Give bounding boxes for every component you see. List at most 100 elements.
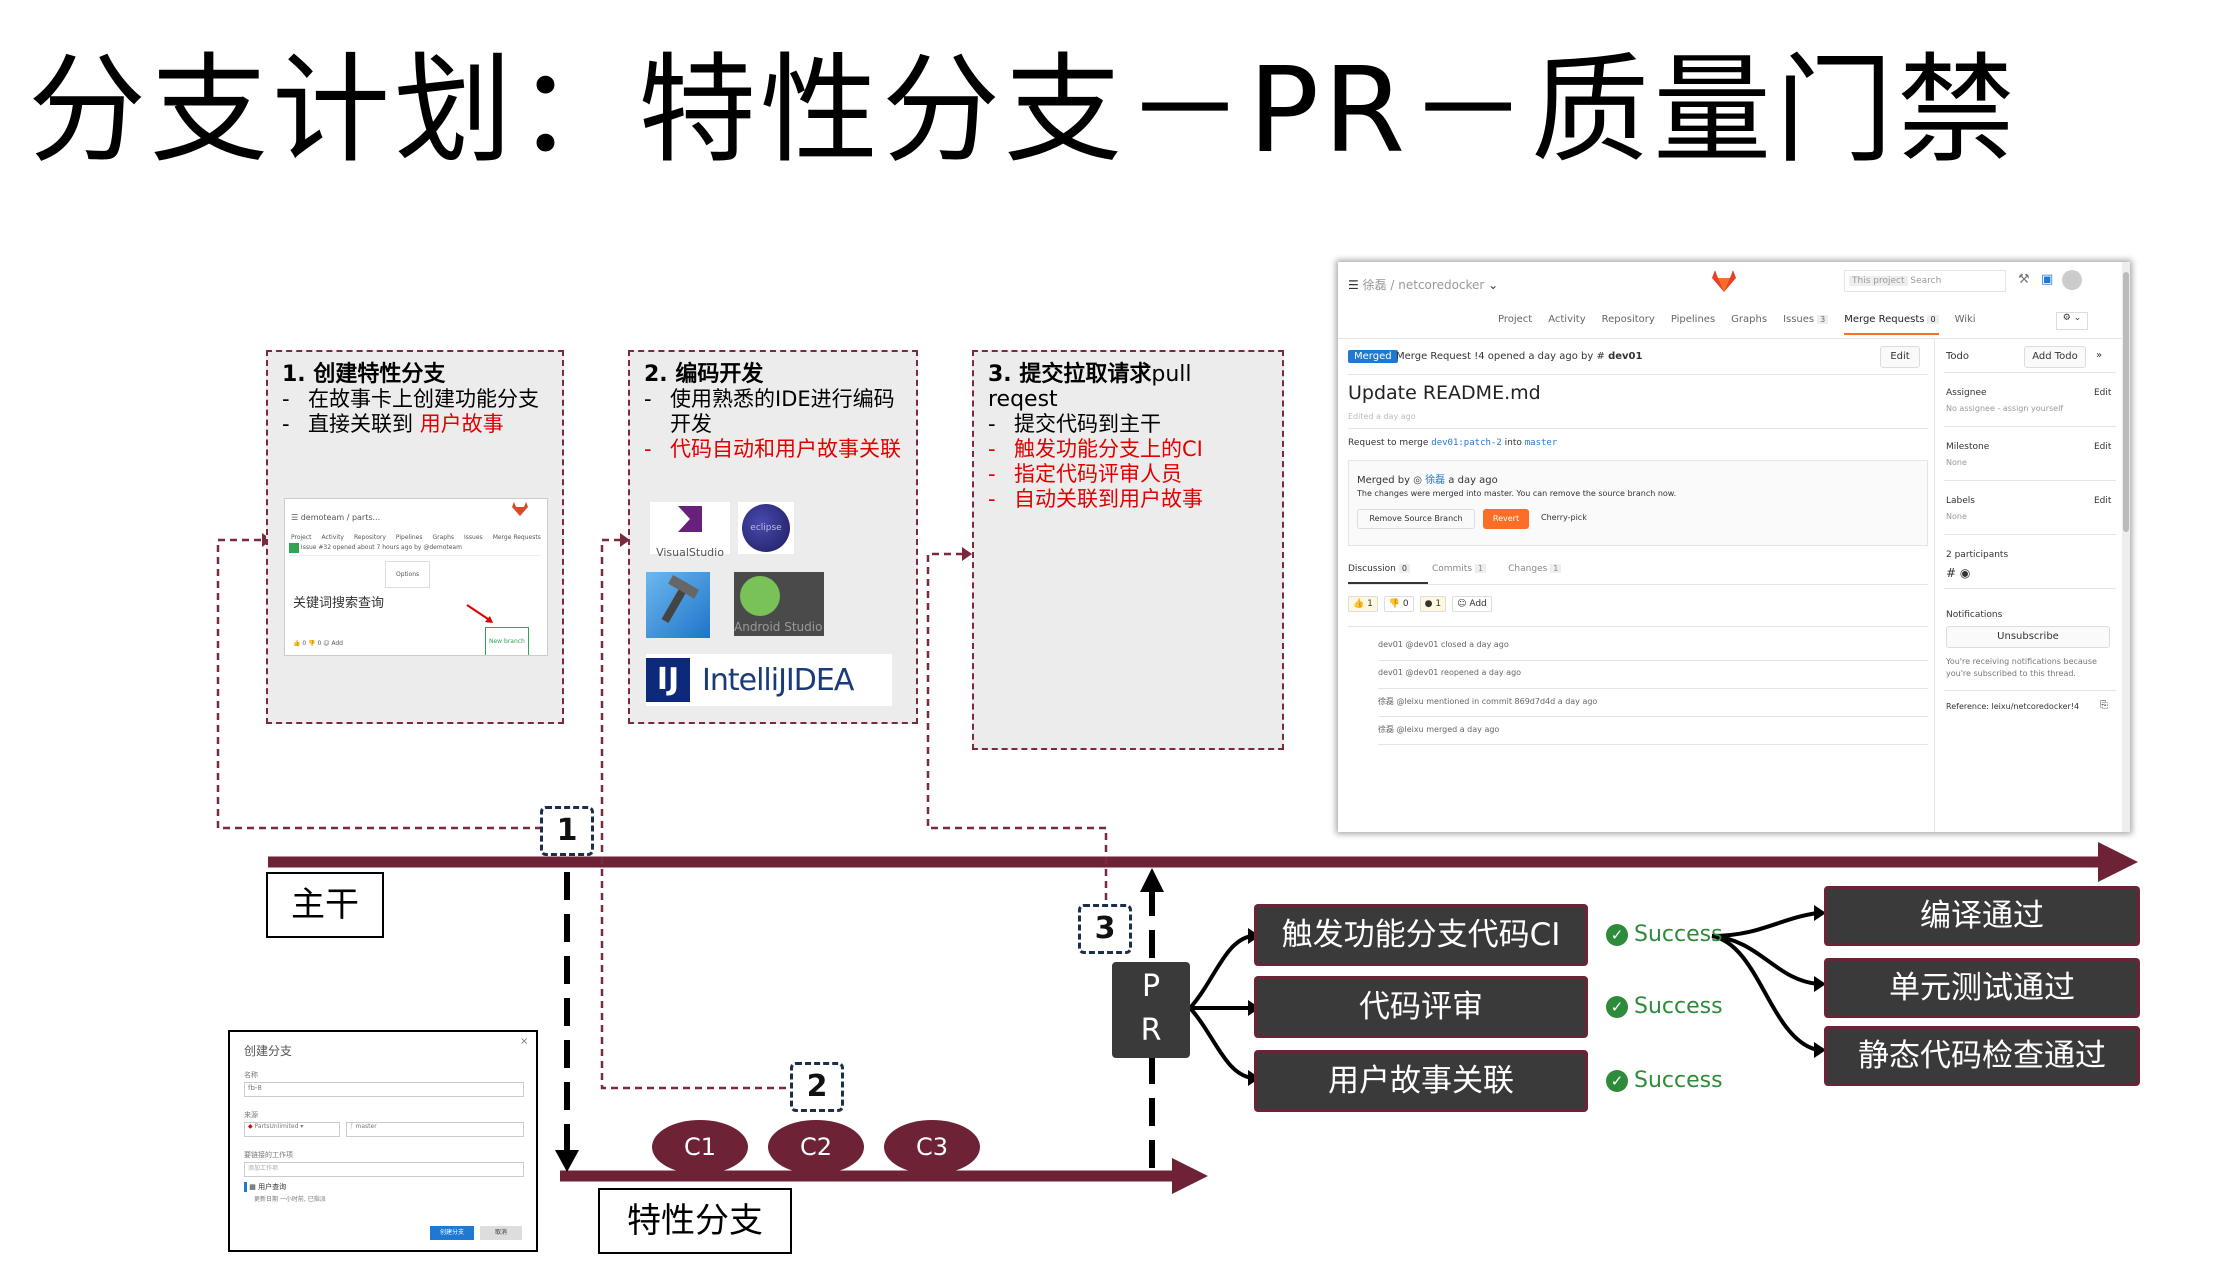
- merged-badge: Merged: [1348, 350, 1398, 363]
- gl-nav-tab[interactable]: Issues 3: [1783, 314, 1829, 335]
- result-fan-1: [1711, 911, 1819, 938]
- result-build-box: 编译通过: [1824, 886, 2140, 946]
- step-3-number: 3.: [988, 362, 1012, 387]
- gl-request-prefix: Request to merge: [1348, 438, 1429, 448]
- revert-button[interactable]: Revert: [1483, 509, 1529, 529]
- gl-target-branch[interactable]: master: [1525, 438, 1558, 448]
- story-icon: ▦: [249, 1183, 256, 1191]
- create-branch-dialog: 创建分支 × 名称 fb-8 来源 ◆ PartsUnlimited ▾ ᚴ m…: [228, 1030, 538, 1252]
- gitlab-logo-icon: [512, 502, 528, 516]
- todo-icon[interactable]: ▣: [2041, 272, 2053, 287]
- open-icon: [289, 542, 299, 553]
- gl-breadcrumb[interactable]: 徐磊 / netcoredocker: [1363, 278, 1485, 292]
- gl-search-input[interactable]: This project Search: [1844, 270, 2006, 292]
- gl-tab[interactable]: Commits 1: [1432, 564, 1487, 574]
- gl-nav-tab[interactable]: Wiki: [1955, 314, 1976, 335]
- pr-letter-r: R: [1140, 1013, 1162, 1048]
- dialog-source-label: 来源: [244, 1111, 258, 1119]
- gl-award-emoji[interactable]: ● 1: [1419, 596, 1447, 612]
- gl-nav-tabs: Project Activity Repository Pipelines Graphs…: [1498, 314, 1976, 335]
- dialog-story-sub: 更新日期 一小时前, 已指派: [254, 1196, 326, 1203]
- step-3-line-1: 提交代码到主干: [1014, 412, 1161, 436]
- gl-merged-user[interactable]: 徐磊: [1425, 475, 1445, 486]
- gl-merged-panel: Merged by ◎ 徐磊 a day ago The changes wer…: [1348, 460, 1928, 546]
- gl-labels-edit[interactable]: Edit: [2094, 496, 2111, 506]
- step-badge-1: 1: [540, 806, 594, 856]
- step-3-line-3: 指定代码评审人员: [1014, 462, 1182, 486]
- unsubscribe-button[interactable]: Unsubscribe: [1946, 626, 2110, 648]
- visual-studio-logo: VisualStudio: [650, 502, 730, 559]
- source-branch-select[interactable]: ᚴ master: [346, 1122, 524, 1137]
- gl-nav-tab[interactable]: Merge Requests 0: [1844, 314, 1939, 335]
- remove-source-branch-button[interactable]: Remove Source Branch: [1357, 509, 1475, 529]
- avatar[interactable]: [2062, 270, 2082, 290]
- branch-name-input[interactable]: fb-8: [244, 1082, 524, 1097]
- gl-award-emoji[interactable]: 👍 1: [1348, 596, 1378, 612]
- gl-milestone-edit[interactable]: Edit: [2094, 442, 2111, 452]
- gl-edited: Edited a day ago: [1348, 412, 1416, 421]
- add-todo-button[interactable]: Add Todo: [2024, 346, 2086, 368]
- gl-nav-tab[interactable]: Graphs: [1731, 314, 1767, 335]
- feature-branch-label: 特性分支: [598, 1188, 792, 1254]
- check-icon: ✓: [1606, 923, 1628, 946]
- pr-letter-p: P: [1141, 969, 1161, 1004]
- menu-icon: ☰: [291, 513, 299, 522]
- gl-assignee-edit[interactable]: Edit: [2094, 388, 2111, 398]
- create-branch-button[interactable]: 创建分支: [430, 1226, 474, 1240]
- collapse-icon[interactable]: »: [2096, 350, 2102, 361]
- source-repo-select[interactable]: ◆ PartsUnlimited ▾: [244, 1122, 340, 1137]
- check-review-box: 代码评审: [1254, 976, 1588, 1038]
- gl-nav-tab[interactable]: Project: [1498, 314, 1532, 335]
- gl-tab[interactable]: Changes 1: [1508, 564, 1562, 574]
- gl-reference: Reference: leixu/netcoredocker!4: [1946, 702, 2080, 711]
- dialog-name-label: 名称: [244, 1071, 258, 1079]
- wrench-icon[interactable]: ⚒: [2018, 272, 2030, 287]
- gl-edit-button[interactable]: Edit: [1880, 346, 1920, 368]
- gl-tab[interactable]: Discussion 0: [1348, 564, 1410, 574]
- copy-icon[interactable]: ⎘: [2100, 700, 2108, 711]
- gl-event: dev01 @dev01 closed a day ago: [1378, 640, 1509, 649]
- gl-labels-none: None: [1946, 512, 1967, 521]
- gl-side-notifications: Notifications: [1946, 610, 2003, 620]
- gl-award-emoji[interactable]: 👎 0: [1383, 596, 1414, 612]
- commit-c2: C2: [768, 1120, 864, 1174]
- step-3-box: 3. 提交拉取请求pull reqest - 提交代码到主干 - 触发功能分支上的C…: [972, 350, 1284, 750]
- commit-c1: C1: [652, 1120, 748, 1174]
- gl-event: 徐磊 @leixu mentioned in commit 869d7d4d a…: [1378, 697, 1598, 706]
- gl-author[interactable]: dev01: [1608, 351, 1642, 362]
- step-2-box: 2. 编码开发 - 使用熟悉的IDE进行编码开发 - 代码自动和用户故事关联 Vis…: [628, 350, 918, 724]
- work-item-input[interactable]: 添加工作项: [244, 1162, 524, 1177]
- new-branch-button[interactable]: New branch: [485, 627, 529, 655]
- gl-nav-tab[interactable]: Pipelines: [1671, 314, 1715, 335]
- step-1-title: 创建特性分支: [313, 362, 446, 387]
- gl-no-assignee[interactable]: No assignee - assign yourself: [1946, 404, 2063, 413]
- gl-add-emoji-button[interactable]: ☺ Add: [1452, 596, 1492, 612]
- cancel-button[interactable]: 取消: [480, 1226, 522, 1240]
- success-review: ✓ Success: [1606, 994, 1723, 1019]
- dialog-story[interactable]: 用户查询: [258, 1183, 286, 1191]
- gl-nav-tab[interactable]: Activity: [1548, 314, 1585, 335]
- gl-source-branch[interactable]: dev01:patch-2: [1431, 438, 1501, 448]
- android-studio-logo: Android Studio: [734, 572, 824, 636]
- success-story: ✓ Success: [1606, 1068, 1723, 1093]
- result-unittest-box: 单元测试通过: [1824, 958, 2140, 1018]
- check-story-box: 用户故事关联: [1254, 1050, 1588, 1112]
- participant-avatars[interactable]: # ◉: [1946, 566, 1970, 580]
- settings-icon[interactable]: ⚙ ⌄: [2056, 312, 2088, 330]
- pr-fan-3: [1188, 1006, 1253, 1080]
- branch-off-arrowhead: [555, 1150, 579, 1172]
- emoji-icon: ●: [1424, 599, 1436, 609]
- gl-emoji-bar: 👍 1 👎 0 ● 1 ☺ Add: [1348, 596, 1492, 612]
- cherry-pick-button[interactable]: Cherry-pick: [1541, 513, 1587, 522]
- mini-add: Add: [331, 640, 343, 647]
- scrollbar[interactable]: [2122, 262, 2130, 832]
- close-icon[interactable]: ×: [520, 1036, 528, 1047]
- pr-box: P R: [1112, 962, 1190, 1058]
- step-3-title: 提交拉取请求: [1019, 362, 1152, 387]
- step-3-line-4: 自动关联到用户故事: [1014, 487, 1203, 511]
- issue-screenshot: ☰ demoteam / parts... Project Activity Rep…: [284, 498, 548, 656]
- gl-side-todo: Todo: [1946, 351, 1969, 362]
- success-review-text: Success: [1634, 994, 1723, 1019]
- mini-options: Options: [385, 561, 431, 588]
- gl-nav-tab[interactable]: Repository: [1602, 314, 1655, 335]
